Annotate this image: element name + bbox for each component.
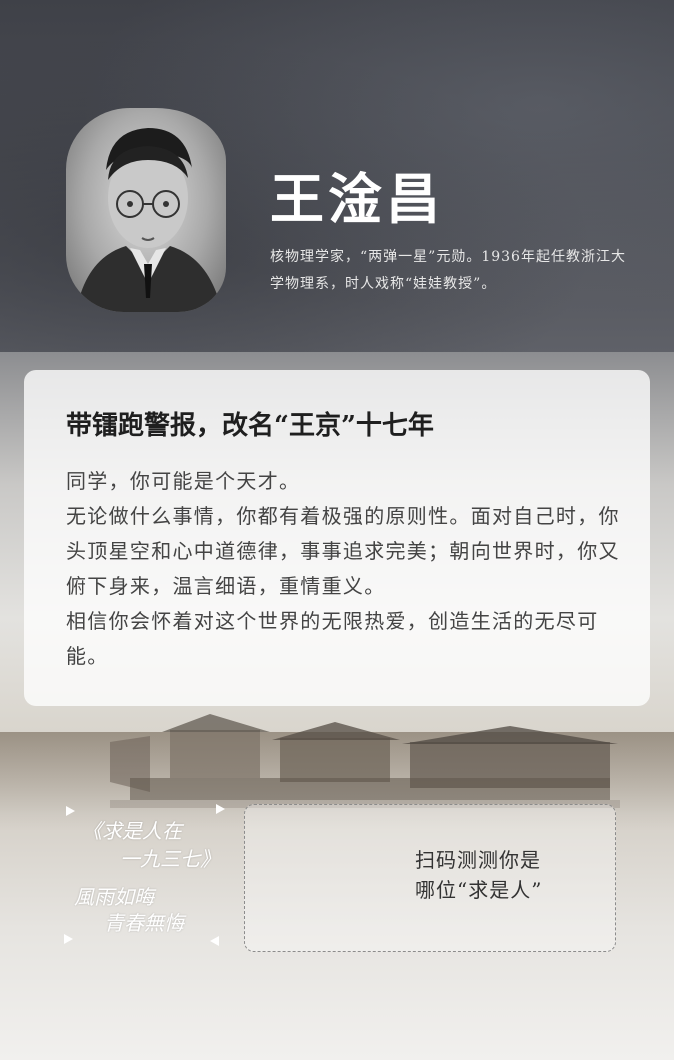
card-body: 同学，你可能是个天才。 无论做什么事情，你都有着极强的原则性。面对自己时，你头顶… <box>66 464 621 674</box>
scan-prompt-line: 扫码测测你是 <box>415 848 541 872</box>
triangle-marker-icon <box>210 936 219 946</box>
scan-prompt-text: 扫码测测你是 哪位“求是人” <box>415 845 605 905</box>
triangle-marker-icon <box>66 806 75 816</box>
portrait-figure <box>76 128 222 312</box>
poem-block: 《求是人在 一九三七》 風雨如晦 青春無悔 <box>64 804 230 952</box>
story-card: 带镭跑警报，改名“王京”十七年 同学，你可能是个天才。 无论做什么事情，你都有着… <box>24 370 650 706</box>
person-intro: 核物理学家，“两弹一星”元勋。1936年起任教浙江大学物理系，时人戏称“娃娃教授… <box>270 249 626 292</box>
triangle-marker-icon <box>216 804 225 814</box>
card-paragraph: 同学，你可能是个天才。 <box>66 469 301 493</box>
poem-line: 《求是人在 <box>82 819 182 843</box>
card-paragraph: 相信你会怀着对这个世界的无限热爱，创造生活的无尽可能。 <box>66 609 599 668</box>
scan-prompt-line: 哪位“求是人” <box>415 878 543 902</box>
triangle-marker-icon <box>64 934 73 944</box>
person-name: 王淦昌 <box>270 167 444 231</box>
card-title: 带镭跑警报，改名“王京”十七年 <box>66 411 434 441</box>
card-paragraph: 无论做什么事情，你都有着极强的原则性。面对自己时，你头顶星空和心中道德律，事事追… <box>66 504 620 598</box>
poem-line: 風雨如晦 <box>74 885 154 909</box>
poem-line: 一九三七》 <box>120 847 220 871</box>
scan-prompt-box[interactable]: 扫码测测你是 哪位“求是人” <box>244 804 616 952</box>
portrait-photo <box>66 108 226 312</box>
poem-line: 青春無悔 <box>104 911 184 935</box>
